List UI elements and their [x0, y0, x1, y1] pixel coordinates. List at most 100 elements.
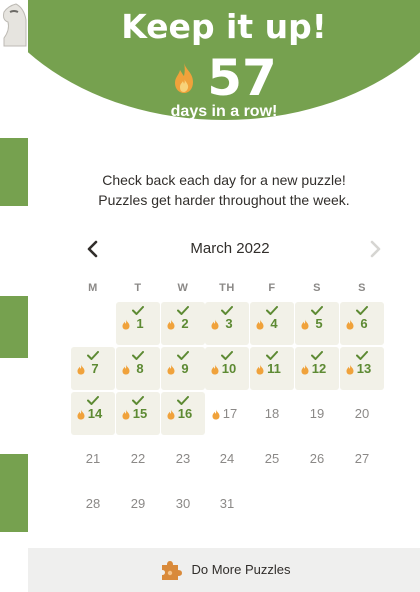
flame-icon [167, 319, 175, 330]
calendar-day-completed[interactable]: 15 [116, 392, 160, 435]
day-number: 13 [356, 361, 372, 376]
day-number: 14 [87, 406, 103, 421]
day-number: 27 [354, 451, 370, 466]
calendar-day-completed[interactable]: 12 [295, 347, 339, 390]
calendar-day-completed[interactable]: 3 [205, 302, 249, 345]
flame-icon [211, 319, 219, 330]
check-icon [132, 306, 144, 315]
calendar-day-completed[interactable]: 14 [71, 392, 115, 435]
check-icon [266, 351, 278, 360]
flame-icon [122, 319, 130, 330]
check-icon [132, 396, 144, 405]
puzzle-piece-icon [161, 561, 182, 580]
calendar-day-completed[interactable]: 13 [340, 347, 384, 390]
day-number: 12 [311, 361, 327, 376]
day-number: 11 [267, 361, 281, 376]
footer-label: Do More Puzzles [191, 562, 291, 577]
modal-title: Keep it up! [121, 7, 327, 46]
day-number: 21 [85, 451, 101, 466]
calendar-day: 31 [205, 482, 249, 525]
calendar-day-completed[interactable]: 4 [250, 302, 294, 345]
day-number: 3 [225, 316, 233, 331]
weekday-label: F [268, 282, 276, 294]
day-number: 9 [181, 361, 189, 376]
day-number: 19 [309, 406, 325, 421]
check-icon [311, 306, 323, 315]
check-icon [356, 306, 368, 315]
calendar-day: 18 [250, 392, 294, 435]
day-number: 15 [132, 406, 148, 421]
day-number: 5 [315, 316, 323, 331]
calendar-day-completed[interactable]: 6 [340, 302, 384, 345]
calendar-day-completed[interactable]: 8 [116, 347, 160, 390]
check-icon [356, 351, 368, 360]
calendar-day: 19 [295, 392, 339, 435]
calendar-day: 25 [250, 437, 294, 480]
calendar-day: 30 [161, 482, 205, 525]
flame-icon [301, 364, 309, 375]
intro-text: Check back each day for a new puzzle! Pu… [28, 170, 420, 210]
check-icon [221, 306, 233, 315]
weekday-label: TH [219, 282, 235, 294]
flame-icon [175, 63, 194, 93]
calendar-day-completed[interactable]: 2 [161, 302, 205, 345]
streak-count: 57 [207, 49, 277, 107]
check-icon [132, 351, 144, 360]
flame-icon [301, 319, 309, 330]
calendar-day: 23 [161, 437, 205, 480]
day-number: 25 [264, 451, 280, 466]
flame-icon [122, 364, 130, 375]
day-number: 20 [354, 406, 370, 421]
calendar-day: 20 [340, 392, 384, 435]
flame-icon [211, 364, 219, 375]
do-more-puzzles-button[interactable]: Do More Puzzles [28, 548, 420, 592]
day-number: 4 [270, 316, 278, 331]
day-number: 22 [130, 451, 146, 466]
calendar-day: 27 [340, 437, 384, 480]
streak-modal: Keep it up! 57 days in a row! Check back… [28, 0, 420, 592]
day-number: 8 [136, 361, 144, 376]
check-icon [87, 351, 99, 360]
board-square [0, 138, 28, 206]
check-icon [177, 306, 189, 315]
check-icon [311, 351, 323, 360]
day-number: 17 [222, 406, 238, 421]
flame-icon [346, 319, 354, 330]
calendar-day: 22 [116, 437, 160, 480]
flame-icon [167, 409, 175, 420]
streak-subtitle: days in a row! [170, 103, 278, 120]
calendar-day: 24 [205, 437, 249, 480]
calendar-day-completed[interactable]: 10 [205, 347, 249, 390]
calendar-day-completed[interactable]: 9 [161, 347, 205, 390]
knight-piece-icon [3, 3, 27, 47]
day-number: 31 [219, 496, 235, 511]
day-number: 18 [264, 406, 280, 421]
flame-icon [167, 364, 175, 375]
calendar-day-completed[interactable]: 16 [161, 392, 205, 435]
day-number: 26 [309, 451, 325, 466]
calendar-day-completed[interactable]: 1 [116, 302, 160, 345]
day-number: 10 [221, 361, 237, 376]
calendar-day-completed[interactable]: 5 [295, 302, 339, 345]
board-square [0, 454, 28, 532]
weekday-label: S [313, 282, 321, 294]
weekday-label: W [177, 282, 189, 294]
flame-icon [256, 319, 264, 330]
calendar-day-completed[interactable]: 7 [71, 347, 115, 390]
calendar-day-today[interactable]: 17 [205, 392, 249, 435]
weekday-label: M [88, 282, 98, 294]
calendar-day-completed[interactable]: 11 [250, 347, 294, 390]
day-number: 30 [175, 496, 191, 511]
flame-icon [77, 364, 85, 375]
check-icon [87, 396, 99, 405]
flame-icon [122, 409, 130, 420]
calendar-day: 21 [71, 437, 115, 480]
flame-icon [77, 409, 85, 420]
board-square [0, 296, 28, 358]
calendar-nav: March 2022 [80, 236, 381, 262]
day-number: 24 [219, 451, 235, 466]
weekday-label: S [358, 282, 366, 294]
check-icon [221, 351, 233, 360]
day-number: 29 [130, 496, 146, 511]
weekday-label: T [134, 282, 142, 294]
